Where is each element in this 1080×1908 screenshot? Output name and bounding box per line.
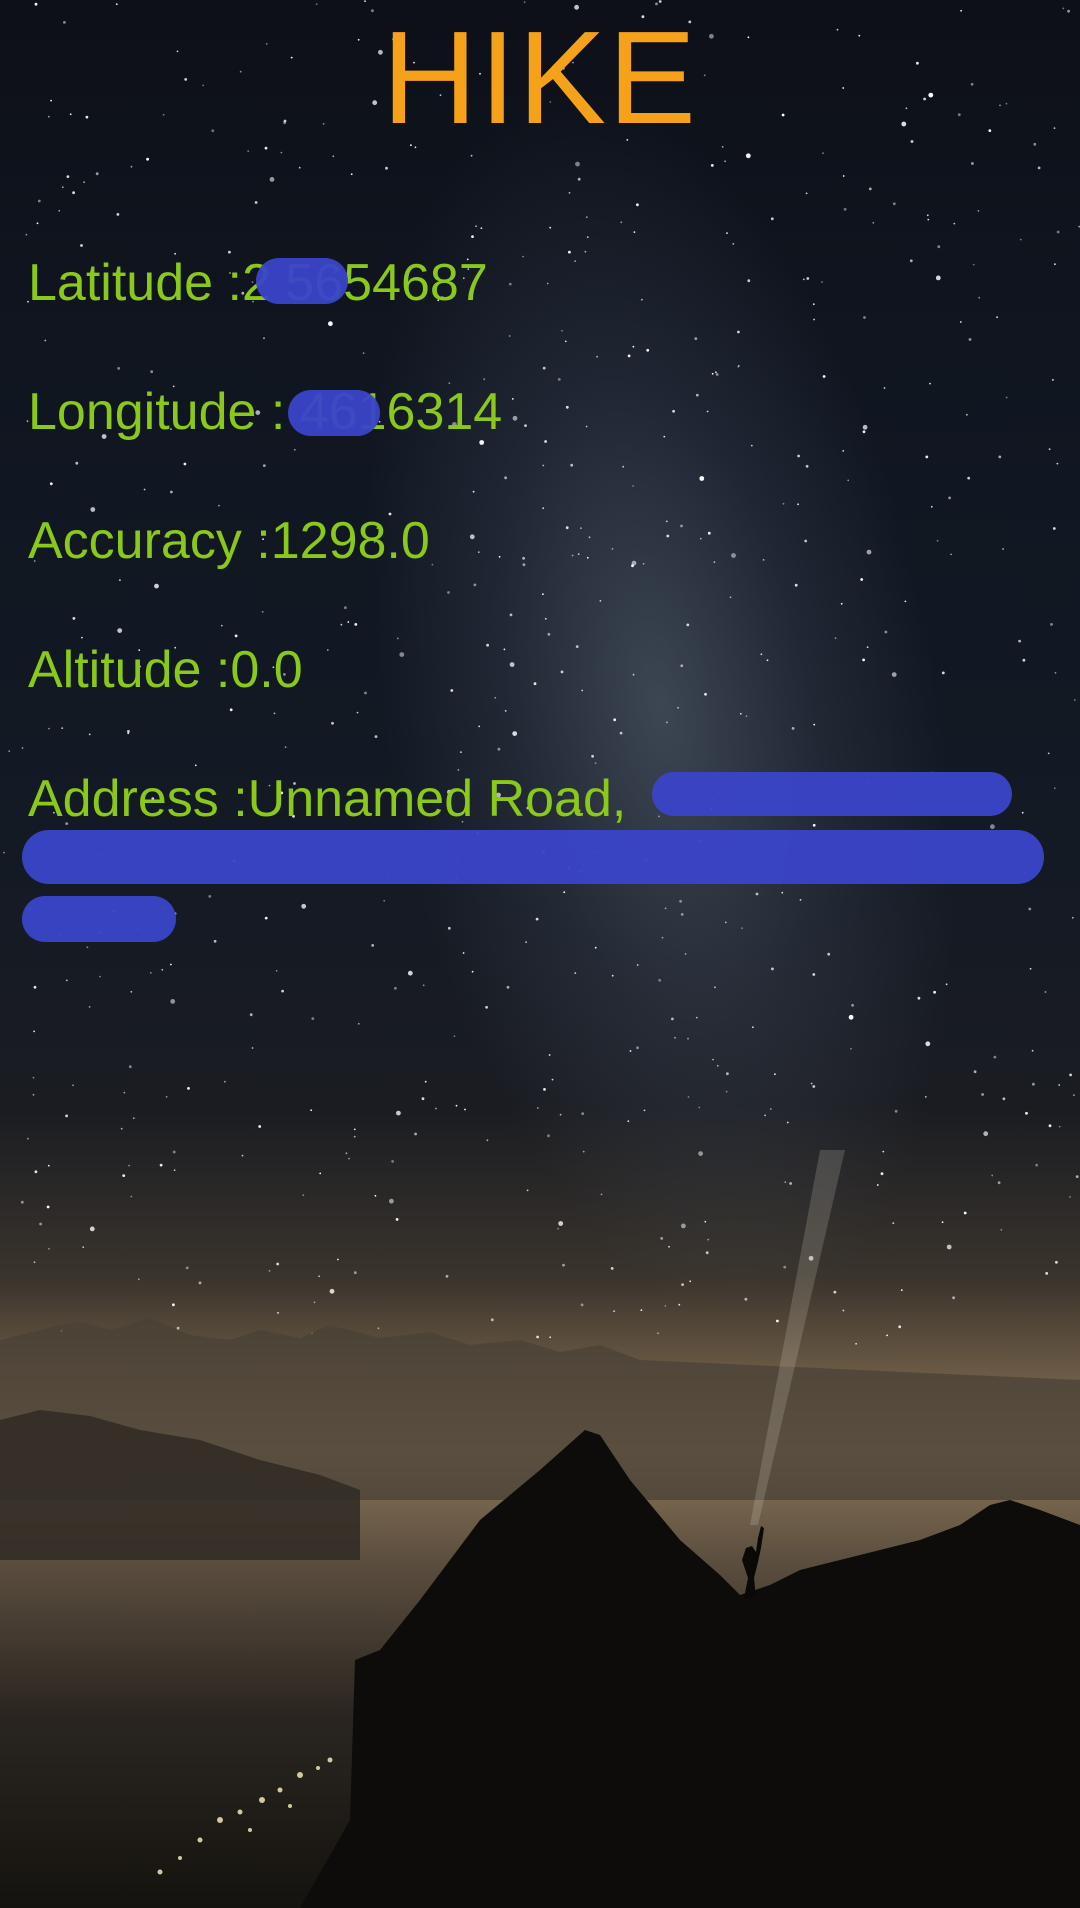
address-redaction-line-3 — [22, 896, 176, 942]
address-label: Address :Unnamed Road, — [28, 770, 627, 828]
accuracy-label: Accuracy :1298.0 — [28, 512, 430, 570]
address-redaction-line-1 — [652, 772, 1012, 816]
address-redaction-line-2 — [22, 830, 1044, 884]
longitude-redaction — [288, 390, 380, 436]
latitude-redaction — [256, 258, 348, 304]
longitude-label: Longitude : 4616314 — [28, 383, 503, 441]
app-screen: HIKE Latitude :2 5654687 Longitude : 461… — [0, 0, 1080, 1908]
app-title: HIKE — [381, 4, 699, 151]
altitude-label: Altitude :0.0 — [28, 641, 303, 699]
